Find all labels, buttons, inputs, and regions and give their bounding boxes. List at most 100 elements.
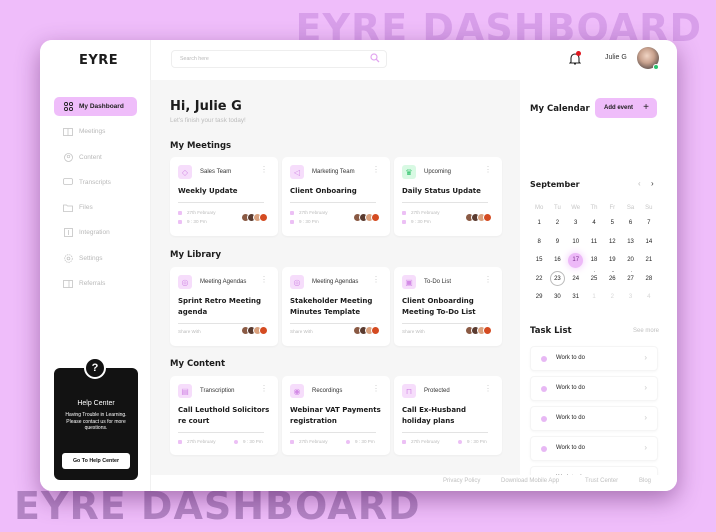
see-more-link[interactable]: See more: [633, 328, 659, 334]
footer-link-download-mobile-app[interactable]: Download Mobile App: [501, 478, 559, 484]
calendar-day[interactable]: 1: [585, 288, 603, 307]
more-options-icon[interactable]: ⋮: [372, 276, 380, 284]
sidebar: EYRE My Dashboard Meetings Content Trans…: [40, 40, 151, 491]
meeting-card[interactable]: ◇ Sales Team ⋮ Weekly Update 27th Februa…: [170, 157, 278, 236]
calendar-day[interactable]: 19: [603, 251, 621, 270]
calendar-day[interactable]: 12: [603, 233, 621, 252]
calendar-icon: [290, 210, 294, 215]
sidebar-item-transcripts[interactable]: Transcripts: [54, 173, 137, 192]
calendar-day[interactable]: 17: [567, 251, 585, 270]
footer-link-blog[interactable]: Blog: [639, 478, 651, 484]
sidebar-item-settings[interactable]: Settings: [54, 249, 137, 268]
calendar-day[interactable]: 4: [640, 288, 658, 307]
calendar-day[interactable]: 18: [585, 251, 603, 270]
calendar-day[interactable]: 8: [530, 233, 548, 252]
day-number: 24: [572, 275, 580, 282]
calendar-day[interactable]: 4: [585, 214, 603, 233]
calendar-day[interactable]: 5: [603, 214, 621, 233]
calendar-day[interactable]: 10: [567, 233, 585, 252]
go-to-help-center-button[interactable]: Go To Help Center: [62, 453, 130, 469]
sidebar-item-integration[interactable]: Integration: [54, 223, 137, 242]
calendar-day[interactable]: 26: [603, 270, 621, 289]
sidebar-item-referrals[interactable]: Referrals: [54, 274, 137, 293]
library-card[interactable]: ◎ Meeting Agendas ⋮ Sprint Retro Meeting…: [170, 267, 278, 346]
more-options-icon[interactable]: ⋮: [260, 166, 268, 174]
card-title: Client Onboarding Meeting To-Do List: [402, 297, 476, 316]
calendar-day[interactable]: 24: [567, 270, 585, 289]
card-title: Call Leuthold Solicitors re court: [178, 406, 270, 425]
plus-icon: +: [643, 102, 649, 113]
library-card[interactable]: ◎ Meeting Agendas ⋮ Stakeholder Meeting …: [282, 267, 390, 346]
footer-link-privacy-policy[interactable]: Privacy Policy: [443, 478, 480, 484]
library-card[interactable]: ▣ To-Do List ⋮ Client Onboarding Meeting…: [394, 267, 502, 346]
more-options-icon[interactable]: ⋮: [372, 166, 380, 174]
calendar-day[interactable]: 13: [621, 233, 639, 252]
calendar-day[interactable]: 6: [621, 214, 639, 233]
calendar-day[interactable]: 15: [530, 251, 548, 270]
more-options-icon[interactable]: ⋮: [484, 385, 492, 393]
card-divider: [290, 202, 376, 203]
more-options-icon[interactable]: ⋮: [484, 166, 492, 174]
participant-avatars[interactable]: [353, 213, 380, 222]
main-content: Hi, Julie G Let's finish your task today…: [151, 80, 520, 475]
next-month-icon[interactable]: ›: [651, 179, 654, 188]
sidebar-item-my-dashboard[interactable]: My Dashboard: [54, 97, 137, 116]
participant-avatars[interactable]: [465, 213, 492, 222]
participant-avatars[interactable]: [353, 326, 380, 335]
calendar-day[interactable]: 27: [621, 270, 639, 289]
more-options-icon[interactable]: ⋮: [484, 276, 492, 284]
more-options-icon[interactable]: ⋮: [260, 276, 268, 284]
card-category: To-Do List: [424, 279, 452, 285]
footer-link-trust-center[interactable]: Trust Center: [585, 478, 618, 484]
sidebar-item-files[interactable]: Files: [54, 198, 137, 217]
participant-avatars[interactable]: [241, 213, 268, 222]
calendar-day[interactable]: 2: [603, 288, 621, 307]
calendar-day[interactable]: 22: [530, 270, 548, 289]
calendar-day[interactable]: 28: [640, 270, 658, 289]
prev-month-icon[interactable]: ‹: [638, 179, 641, 188]
calendar-day[interactable]: 9: [548, 233, 566, 252]
calendar-day[interactable]: 30: [548, 288, 566, 307]
task-item[interactable]: Work to do ›: [530, 406, 658, 431]
meeting-card[interactable]: ♛ Upcoming ⋮ Daily Status Update 27th Fe…: [394, 157, 502, 236]
add-event-button[interactable]: Add event +: [595, 98, 657, 118]
calendar-day[interactable]: 31: [567, 288, 585, 307]
user-name[interactable]: Julie G: [605, 54, 627, 61]
participant-avatars[interactable]: [241, 326, 268, 335]
calendar-day[interactable]: 29: [530, 288, 548, 307]
calendar-day[interactable]: 1: [530, 214, 548, 233]
right-panel: My Calendar Add event + September ‹ › Mo…: [520, 80, 677, 491]
content-card[interactable]: ⊓ Protected ⋮ Call Ex-Husband holiday pl…: [394, 376, 502, 455]
target-icon: ◎: [178, 275, 192, 289]
participant-avatars[interactable]: [465, 326, 492, 335]
calendar-day[interactable]: 3: [621, 288, 639, 307]
more-options-icon[interactable]: ⋮: [260, 385, 268, 393]
search-icon[interactable]: [370, 53, 380, 63]
calendar-day[interactable]: 14: [640, 233, 658, 252]
search-input[interactable]: Search here: [171, 50, 387, 68]
weekday-label: Th: [590, 205, 598, 211]
calendar-day[interactable]: 16: [548, 251, 566, 270]
calendar-day[interactable]: 20: [621, 251, 639, 270]
calendar-day[interactable]: 11: [585, 233, 603, 252]
task-item[interactable]: Work to do ›: [530, 346, 658, 371]
sidebar-item-meetings[interactable]: Meetings: [54, 122, 137, 141]
calendar-day[interactable]: 21: [640, 251, 658, 270]
calendar-icon: [178, 439, 182, 444]
card-title: Daily Status Update: [402, 187, 481, 195]
calendar-day[interactable]: 3: [567, 214, 585, 233]
content-card[interactable]: ◉ Recordings ⋮ Webinar VAT Payments regi…: [282, 376, 390, 455]
task-item[interactable]: Work to do ›: [530, 376, 658, 401]
task-item[interactable]: Work to do ›: [530, 436, 658, 461]
card-divider: [290, 323, 376, 324]
calendar-day[interactable]: 2: [548, 214, 566, 233]
sidebar-item-content[interactable]: Content: [54, 148, 137, 167]
calendar-day[interactable]: 7: [640, 214, 658, 233]
day-number: 12: [608, 238, 616, 245]
logo[interactable]: EYRE: [79, 53, 118, 68]
calendar-day[interactable]: 25: [585, 270, 603, 289]
content-card[interactable]: ▤ Transcription ⋮ Call Leuthold Solicito…: [170, 376, 278, 455]
more-options-icon[interactable]: ⋮: [372, 385, 380, 393]
calendar-day[interactable]: 23: [548, 270, 566, 289]
meeting-card[interactable]: ◁ Marketing Team ⋮ Client Onboaring 27th…: [282, 157, 390, 236]
